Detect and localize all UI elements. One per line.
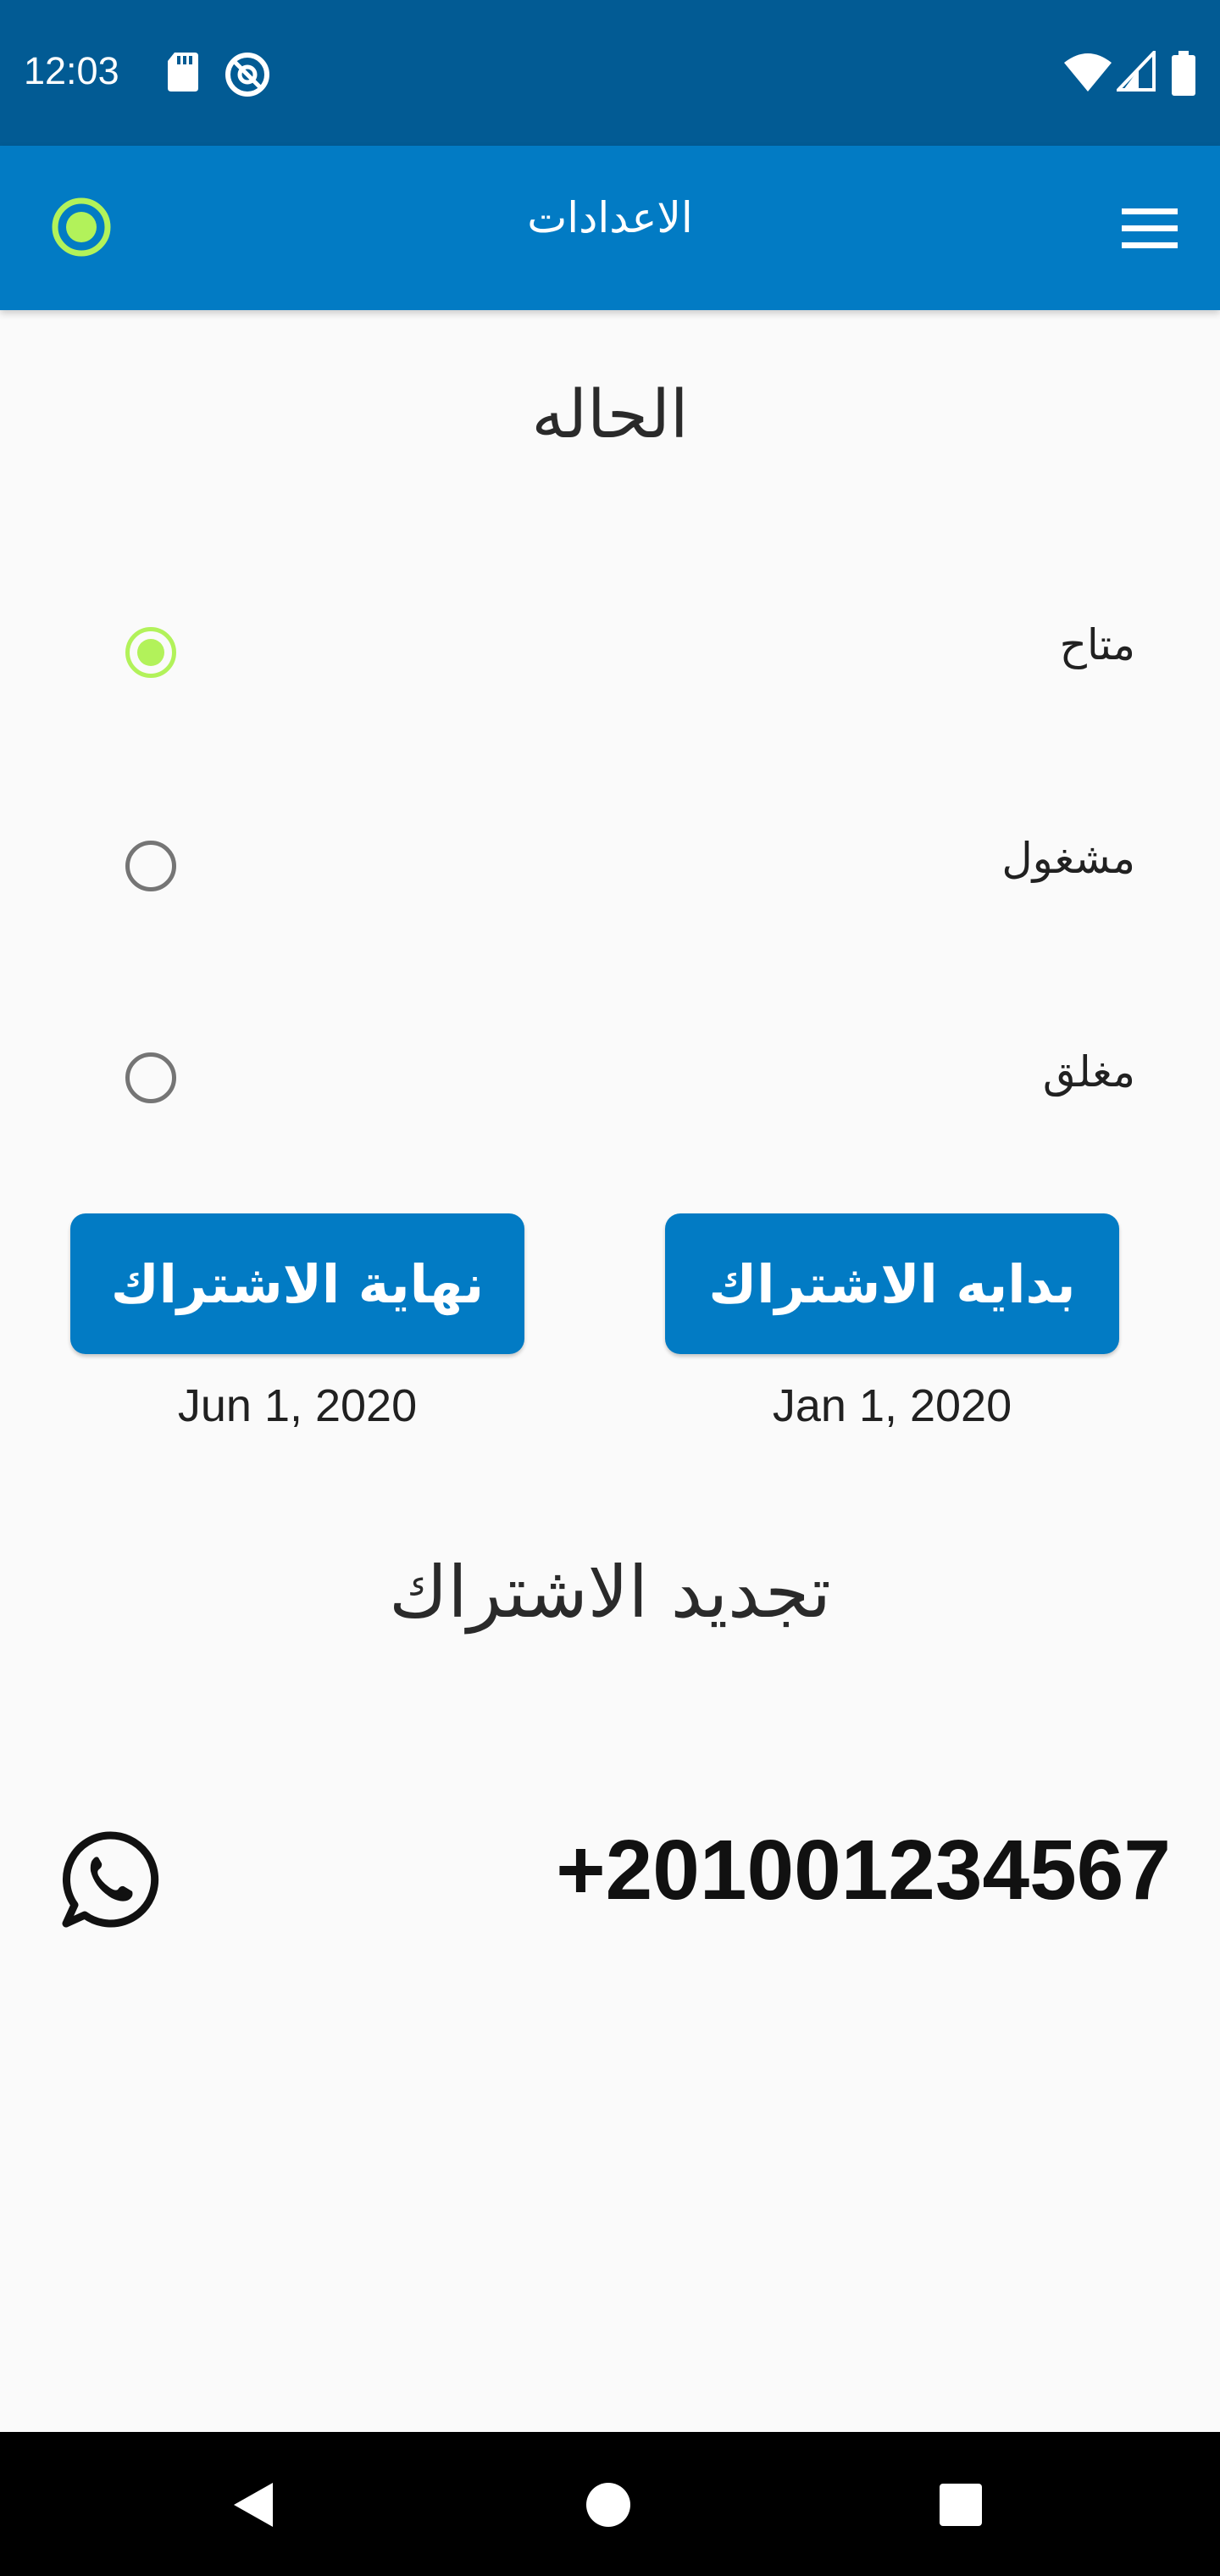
home-icon[interactable] (585, 2481, 632, 2529)
contact-phone-number[interactable]: +201001234567 (556, 1822, 1171, 1919)
status-section-title: الحاله (531, 377, 689, 453)
status-option-busy[interactable]: مشغول (0, 780, 1220, 949)
wifi-icon (1064, 53, 1112, 92)
subscription-end-date: Jun 1, 2020 (177, 1380, 418, 1431)
back-icon[interactable] (229, 2479, 278, 2530)
status-option-available[interactable]: متاح (0, 568, 1220, 737)
renewal-section-title: تجديد الاشتراك (389, 1551, 831, 1634)
status-option-label: متاح (1059, 620, 1135, 669)
radio-button[interactable] (125, 841, 176, 891)
battery-icon (1172, 51, 1195, 96)
status-option-label: مشغول (1001, 834, 1135, 883)
subscription-start-date: Jan 1, 2020 (772, 1380, 1012, 1431)
subscription-start-button[interactable]: بدايه الاشتراك (665, 1213, 1119, 1354)
do-not-disturb-icon (225, 53, 269, 97)
recents-icon[interactable] (939, 2483, 983, 2527)
sd-card-icon (168, 53, 198, 92)
status-time: 12:03 (24, 49, 119, 92)
radio-button[interactable] (125, 1052, 176, 1103)
cell-signal-icon (1117, 51, 1156, 92)
hamburger-menu-icon[interactable] (1110, 203, 1195, 254)
page-title: الاعدادات (527, 193, 693, 242)
status-option-label: مغلق (1042, 1047, 1135, 1096)
whatsapp-icon[interactable] (59, 1829, 161, 1930)
radio-button[interactable] (125, 627, 176, 678)
subscription-end-button[interactable]: نهاية الاشتراك (70, 1213, 524, 1354)
online-status-indicator (52, 197, 111, 257)
status-option-closed[interactable]: مغلق (0, 993, 1220, 1163)
